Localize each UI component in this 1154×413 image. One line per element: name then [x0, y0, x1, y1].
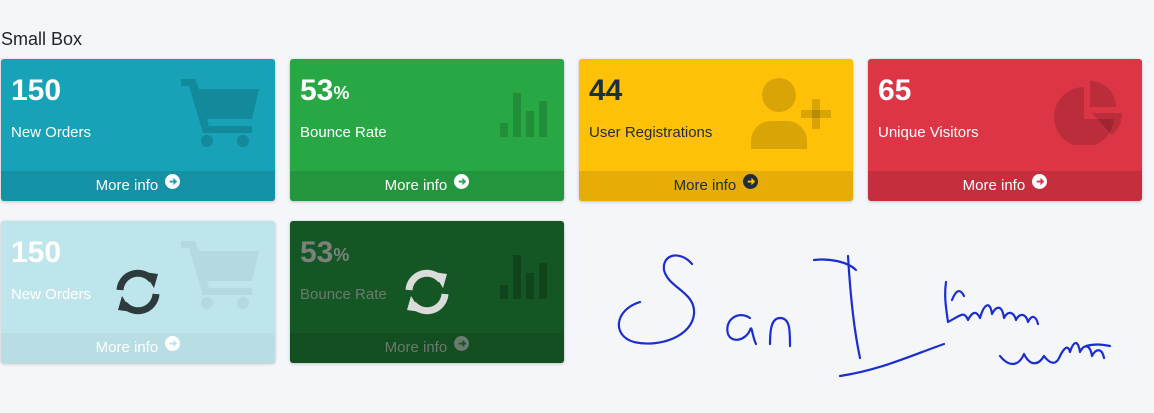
stat-value: 150: [11, 236, 62, 269]
bar-chart-icon: [500, 91, 550, 142]
arrow-circle-right-icon: [1032, 170, 1048, 200]
more-info-label: More info: [384, 177, 448, 194]
small-box-inner: 150 New Orders: [11, 235, 91, 303]
stat-label: New Orders: [11, 124, 92, 141]
more-info-link[interactable]: More info: [290, 333, 564, 363]
user-plus-icon: [749, 77, 839, 154]
more-info-label: More info: [95, 177, 159, 194]
more-info-link[interactable]: More info: [579, 171, 853, 201]
more-info-link[interactable]: More info: [290, 171, 564, 201]
section-title: Small Box: [1, 29, 83, 49]
small-box-inner: 65 Unique Visitors: [878, 73, 979, 141]
more-info-label: More info: [673, 177, 737, 194]
stat-label: Unique Visitors: [878, 124, 979, 141]
small-box-bounce-rate-loading: 53% Bounce Rate More info: [290, 221, 564, 363]
more-info-link[interactable]: More info: [1, 171, 275, 201]
small-box-user-registrations: 44 User Registrations More info: [579, 59, 853, 201]
stat-label: Bounce Rate: [300, 286, 387, 303]
small-box-new-orders: 150 New Orders More info: [1, 59, 275, 201]
small-box-inner: 150 New Orders: [11, 73, 91, 141]
small-box-inner: 44 User Registrations: [589, 73, 712, 141]
arrow-circle-right-icon: [743, 170, 759, 200]
stat-value: 150: [11, 74, 62, 107]
arrow-circle-right-icon: [165, 332, 181, 362]
stat-value: 44: [589, 74, 623, 107]
small-box-inner: 53% Bounce Rate: [300, 235, 387, 303]
small-box-new-orders-loading: 150 New Orders More info: [1, 221, 275, 363]
more-info-link[interactable]: More info: [1, 333, 275, 363]
stat-value: 53%: [300, 236, 350, 269]
handwritten-signature: [600, 240, 1130, 395]
arrow-circle-right-icon: [454, 170, 470, 200]
pie-chart-icon: [1052, 79, 1128, 150]
small-box-inner: 53% Bounce Rate: [300, 73, 387, 141]
stat-label: Bounce Rate: [300, 124, 387, 141]
sync-icon: [403, 268, 451, 321]
stat-value: 53%: [300, 74, 350, 107]
small-box-bounce-rate: 53% Bounce Rate More info: [290, 59, 564, 201]
shopping-cart-icon: [181, 77, 261, 154]
sync-icon: [114, 268, 162, 321]
more-info-link[interactable]: More info: [868, 171, 1142, 201]
more-info-label: More info: [962, 177, 1026, 194]
bar-chart-icon: [500, 253, 550, 304]
stat-label: New Orders: [11, 286, 92, 303]
more-info-label: More info: [95, 339, 159, 356]
small-box-unique-visitors: 65 Unique Visitors More info: [868, 59, 1142, 201]
shopping-cart-icon: [181, 239, 261, 316]
stat-value: 65: [878, 74, 912, 107]
arrow-circle-right-icon: [165, 170, 181, 200]
stat-label: User Registrations: [589, 124, 713, 141]
arrow-circle-right-icon: [454, 332, 470, 362]
more-info-label: More info: [384, 339, 448, 356]
